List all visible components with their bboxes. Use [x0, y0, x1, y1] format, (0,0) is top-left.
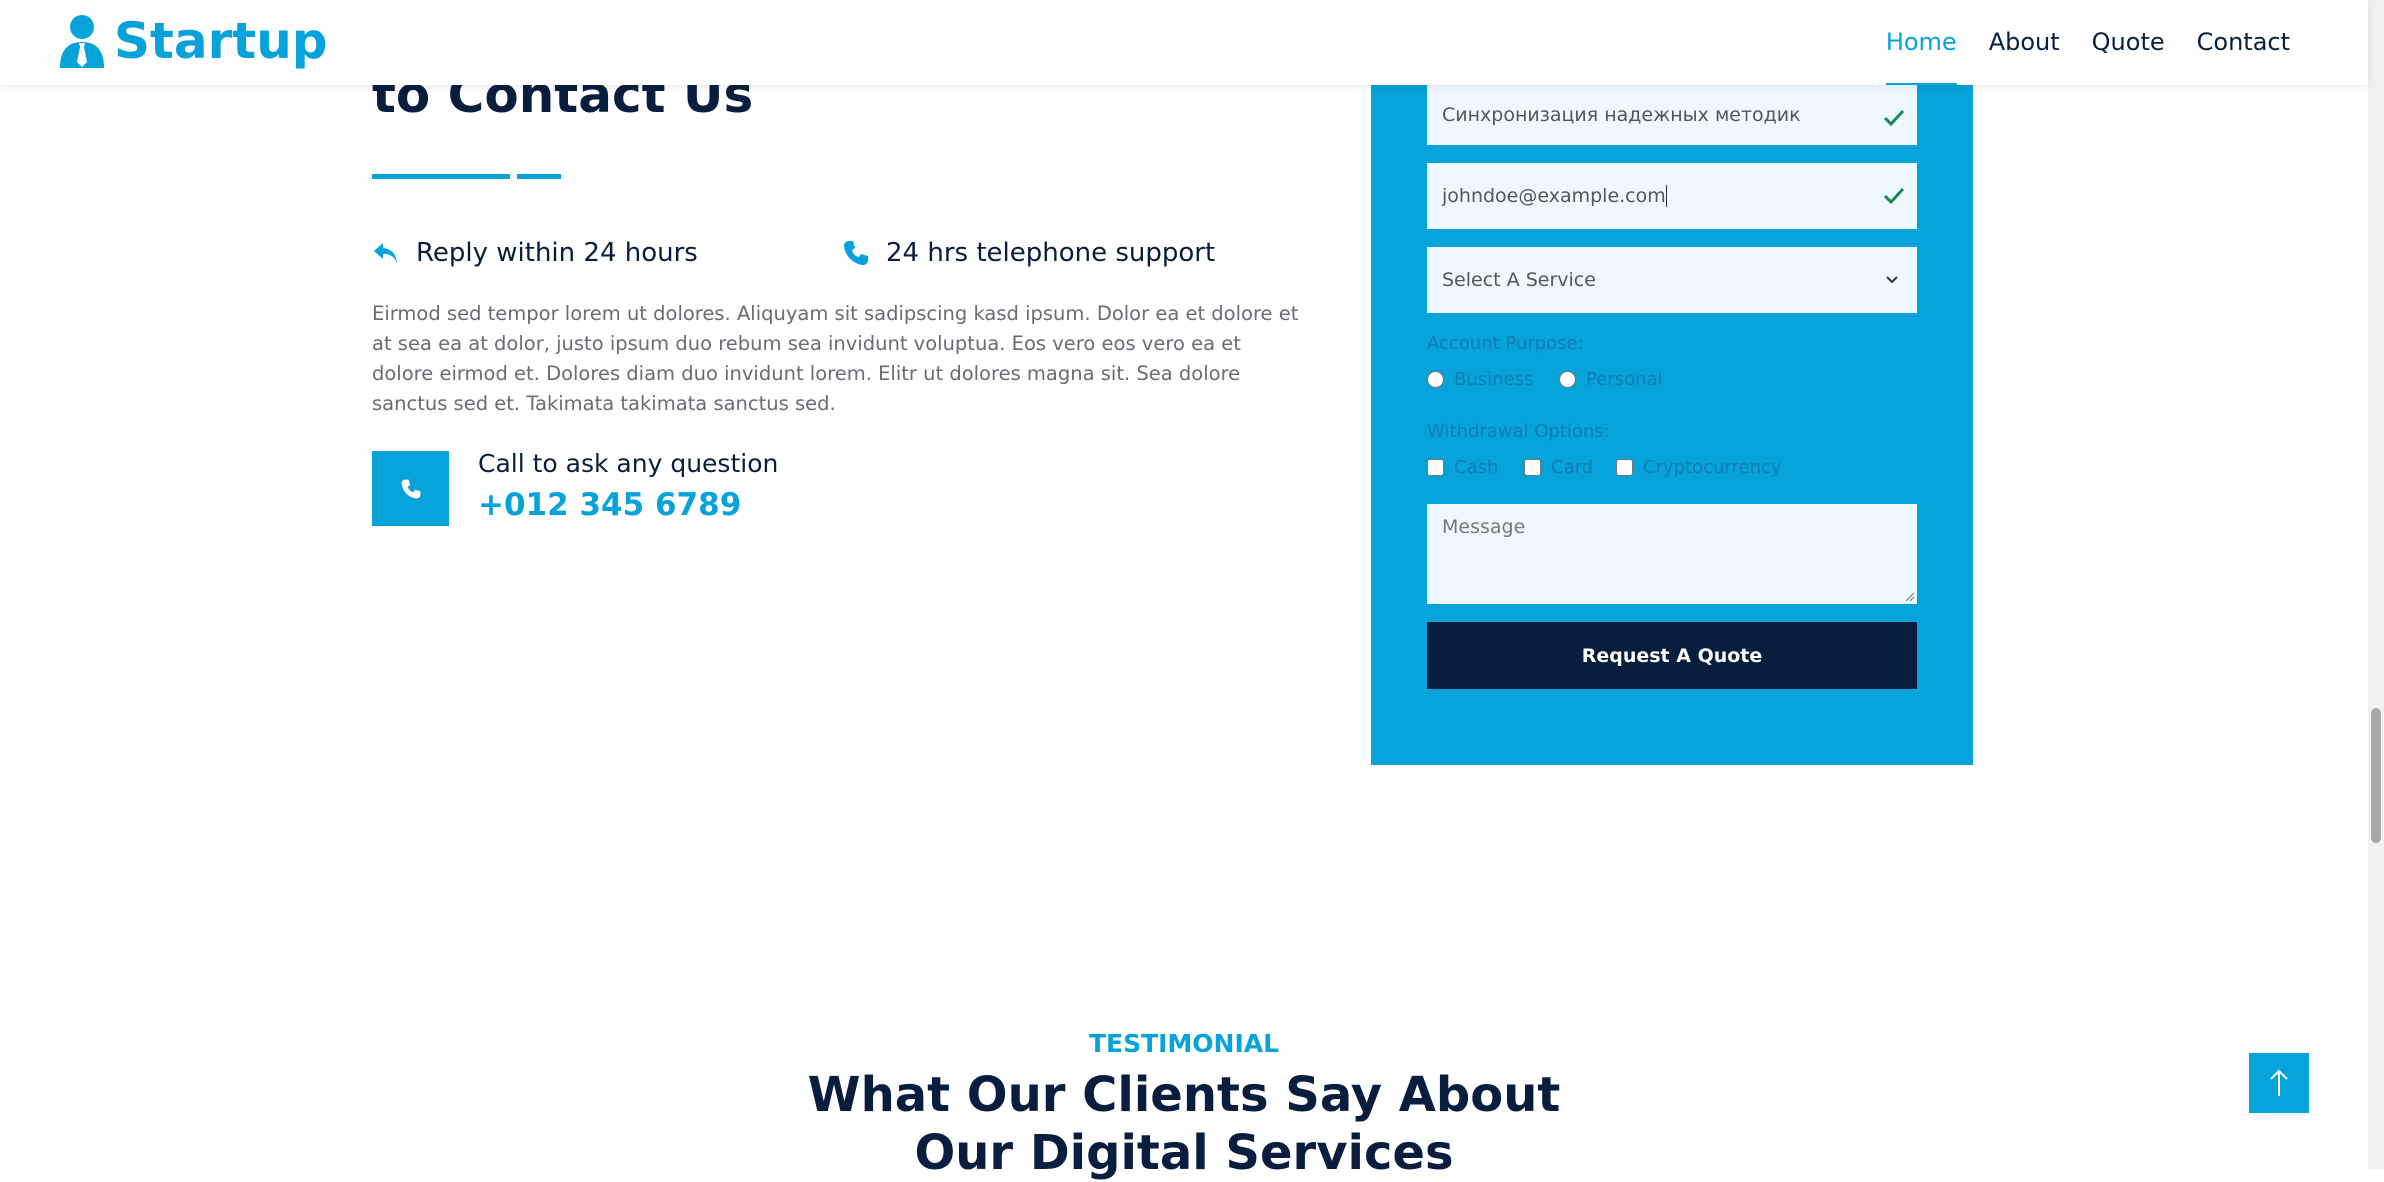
nav-item-quote[interactable]: Quote	[2092, 0, 2165, 85]
request-quote-button[interactable]: Request A Quote	[1427, 622, 1917, 689]
feature-reply: Reply within 24 hours	[372, 238, 698, 268]
feature-reply-label: Reply within 24 hours	[416, 238, 698, 268]
resize-handle-icon[interactable]	[1905, 592, 1915, 602]
checkbox-cash[interactable]: Cash	[1427, 457, 1498, 478]
testimonial-title-line-1: What Our Clients Say About	[807, 1067, 1561, 1123]
quote-form-panel: Синхронизация надежных методик johndoe@e…	[1371, 85, 1973, 765]
back-to-top-button[interactable]	[2249, 1053, 2309, 1113]
radio-personal-label: Personal	[1586, 369, 1663, 390]
brand-name: Startup	[114, 12, 328, 70]
navbar: Startup Home About Quote Contact	[0, 0, 2368, 85]
nav-item-contact[interactable]: Contact	[2197, 0, 2290, 85]
checkbox-control[interactable]	[1524, 459, 1541, 476]
heading-underline	[372, 174, 510, 179]
user-tie-icon	[60, 15, 104, 68]
check-icon	[1883, 109, 1905, 127]
checkbox-cryptocurrency-label: Cryptocurrency	[1643, 457, 1782, 478]
service-select-value: Select A Service	[1442, 269, 1596, 291]
nav-item-about[interactable]: About	[1989, 0, 2060, 85]
name-field[interactable]: Синхронизация надежных методик	[1427, 85, 1917, 145]
name-field-value: Синхронизация надежных методик	[1442, 104, 1801, 126]
checkbox-card[interactable]: Card	[1524, 457, 1593, 478]
email-field[interactable]: johndoe@example.com	[1427, 163, 1917, 229]
message-textarea[interactable]: Message	[1427, 504, 1917, 604]
reply-icon	[374, 243, 397, 263]
testimonial-title: What Our Clients Say About Our Digital S…	[0, 1066, 2368, 1182]
account-purpose-label: Account Purpose:	[1427, 333, 1584, 354]
checkbox-control[interactable]	[1616, 459, 1633, 476]
heading-underline-accent	[517, 174, 561, 179]
radio-control[interactable]	[1559, 371, 1576, 388]
checkbox-cash-label: Cash	[1454, 457, 1499, 478]
text-caret	[1665, 185, 1667, 207]
feature-phone: 24 hrs telephone support	[842, 238, 1215, 268]
radio-control[interactable]	[1427, 371, 1444, 388]
nav-menu: Home About Quote Contact	[1854, 0, 2290, 85]
page-scrollbar[interactable]	[2368, 0, 2384, 1169]
scrollbar-thumb[interactable]	[2371, 708, 2381, 843]
call-number[interactable]: +012 345 6789	[478, 487, 741, 523]
chevron-down-icon	[1886, 276, 1898, 284]
testimonial-title-line-2: Our Digital Services	[914, 1125, 1454, 1181]
radio-business-label: Business	[1454, 369, 1534, 390]
call-label: Call to ask any question	[478, 449, 779, 478]
phone-icon	[844, 241, 868, 265]
radio-business[interactable]: Business	[1427, 369, 1533, 390]
withdrawal-options-label: Withdrawal Options:	[1427, 421, 1610, 442]
testimonial-kicker: TESTIMONIAL	[1088, 1029, 1280, 1058]
phone-icon	[401, 479, 420, 498]
feature-phone-label: 24 hrs telephone support	[886, 238, 1216, 268]
checkbox-card-label: Card	[1551, 457, 1594, 478]
brand-logo[interactable]: Startup	[58, 12, 328, 70]
nav-item-home[interactable]: Home	[1885, 0, 1957, 85]
section-paragraph: Eirmod sed tempor lorem ut dolores. Aliq…	[372, 302, 1299, 415]
message-placeholder: Message	[1442, 516, 1526, 538]
call-icon-box	[372, 451, 449, 526]
checkbox-cryptocurrency[interactable]: Cryptocurrency	[1616, 457, 1782, 478]
email-field-value: johndoe@example.com	[1442, 185, 1666, 207]
radio-personal[interactable]: Personal	[1559, 369, 1663, 390]
arrow-up-icon	[2270, 1069, 2288, 1096]
checkbox-control[interactable]	[1427, 459, 1444, 476]
check-icon	[1883, 187, 1905, 205]
service-select[interactable]: Select A Service	[1427, 247, 1917, 313]
